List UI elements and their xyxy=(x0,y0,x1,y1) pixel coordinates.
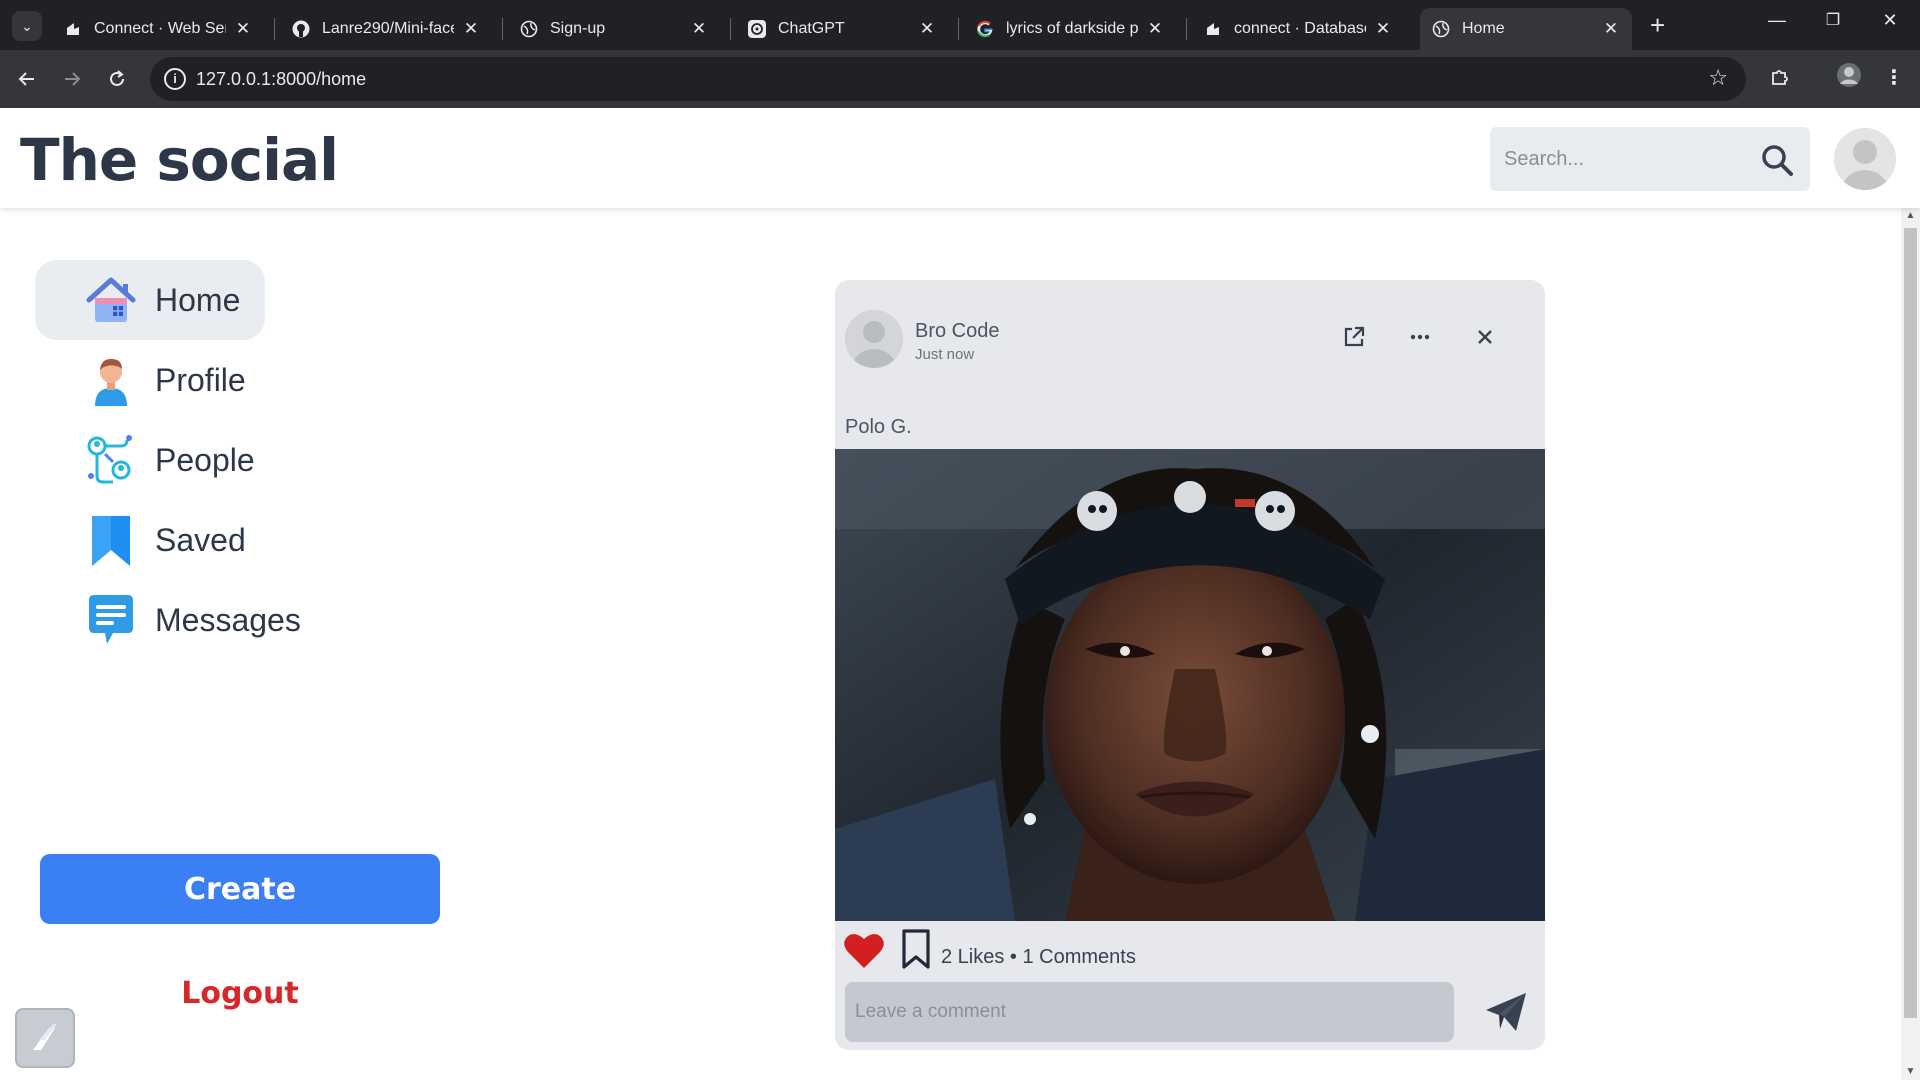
back-icon[interactable] xyxy=(12,64,42,94)
browser-tab[interactable]: lyrics of darkside pol ✕ xyxy=(964,8,1176,50)
browser-tab[interactable]: Sign-up ✕ xyxy=(508,8,720,50)
tab-label: Connect · Web Servi xyxy=(94,20,226,37)
app-header: The social xyxy=(0,108,1920,208)
page-scrollbar[interactable]: ▲ ▼ xyxy=(1901,208,1920,1080)
tab-divider xyxy=(730,18,731,40)
sidebar-item-people[interactable]: People xyxy=(35,420,255,500)
bookmark-icon xyxy=(83,512,139,568)
tab-divider xyxy=(274,18,275,40)
search-input[interactable] xyxy=(1504,143,1744,175)
post-image[interactable] xyxy=(835,449,1545,921)
browser-tab[interactable]: Connect · Web Servi ✕ xyxy=(52,8,264,50)
browser-toolbar: i 127.0.0.1:8000/home ☆ ⋮ xyxy=(0,50,1920,108)
tab-divider xyxy=(502,18,503,40)
scroll-up-icon[interactable]: ▲ xyxy=(1901,208,1920,224)
scrollbar-thumb[interactable] xyxy=(1904,228,1917,1018)
tab-label: Sign-up xyxy=(550,20,606,37)
browser-menu-icon[interactable]: ⋮ xyxy=(1884,65,1904,90)
tab-label: lyrics of darkside pol xyxy=(1006,20,1138,37)
person-icon xyxy=(83,352,139,408)
search-bar xyxy=(1490,127,1810,191)
extensions-icon[interactable] xyxy=(1770,65,1792,93)
create-button[interactable]: Create xyxy=(40,854,440,924)
restore-icon[interactable]: ❐ xyxy=(1813,10,1853,30)
people-network-icon xyxy=(83,432,139,488)
browser-tab[interactable]: Lanre290/Mini-faceb ✕ xyxy=(280,8,492,50)
new-tab-icon[interactable]: + xyxy=(1650,12,1665,38)
chat-bubble-icon xyxy=(83,592,139,648)
tab-label: ChatGPT xyxy=(778,20,845,37)
tab-close-icon[interactable]: ✕ xyxy=(234,19,252,39)
bookmark-star-icon[interactable]: ☆ xyxy=(1708,65,1728,91)
post-caption: Polo G. xyxy=(845,416,912,438)
scroll-down-icon[interactable]: ▼ xyxy=(1901,1064,1920,1080)
tab-search-icon[interactable]: ⌄ xyxy=(12,11,42,41)
tab-label: Home xyxy=(1462,20,1505,37)
bookmark-outline-icon[interactable] xyxy=(901,928,931,970)
tab-label: Lanre290/Mini-faceb xyxy=(322,20,454,37)
chatgpt-favicon-icon xyxy=(748,20,766,38)
post-author-name[interactable]: Bro Code xyxy=(915,320,1000,343)
browser-tab-bar: ⌄ Connect · Web Servi ✕ Lanre290/Mini-fa… xyxy=(0,0,1920,50)
globe-favicon-icon xyxy=(1432,20,1450,38)
window-close-icon[interactable]: ✕ xyxy=(1870,10,1910,31)
sidebar-item-home[interactable]: Home xyxy=(35,260,265,340)
tab-close-icon[interactable]: ✕ xyxy=(690,19,708,39)
post-card: Bro Code Just now Polo G. 2 Likes • 1 Co… xyxy=(835,280,1545,1050)
browser-tab-active[interactable]: Home ✕ xyxy=(1420,8,1632,50)
sidebar-item-messages[interactable]: Messages xyxy=(35,580,301,660)
google-favicon-icon xyxy=(976,20,994,38)
tab-label: connect · Database xyxy=(1234,20,1366,37)
logout-link[interactable]: Logout xyxy=(40,976,440,1011)
sidebar-item-profile[interactable]: Profile xyxy=(35,340,246,420)
sidebar-item-label: Messages xyxy=(155,601,301,638)
forward-icon[interactable] xyxy=(57,64,87,94)
user-avatar[interactable] xyxy=(1834,128,1896,190)
browser-tab[interactable]: ChatGPT ✕ xyxy=(736,8,948,50)
open-external-icon[interactable] xyxy=(1339,322,1369,352)
tab-close-icon[interactable]: ✕ xyxy=(1146,19,1164,39)
comment-input[interactable] xyxy=(845,982,1454,1042)
post-timestamp: Just now xyxy=(915,346,975,363)
tab-divider xyxy=(1186,18,1187,40)
github-favicon-icon xyxy=(292,20,310,38)
address-bar[interactable]: i 127.0.0.1:8000/home ☆ xyxy=(150,57,1746,101)
tab-close-icon[interactable]: ✕ xyxy=(918,19,936,39)
minimize-icon[interactable]: — xyxy=(1757,10,1797,31)
close-icon[interactable] xyxy=(1470,322,1500,352)
globe-favicon-icon xyxy=(520,20,538,38)
connect-favicon-icon xyxy=(1204,20,1222,38)
sidebar-item-label: Home xyxy=(155,281,241,318)
app-title: The social xyxy=(20,126,339,194)
site-info-icon[interactable]: i xyxy=(164,68,186,90)
more-options-icon[interactable] xyxy=(1405,322,1435,352)
reload-icon[interactable] xyxy=(102,64,132,94)
heart-icon[interactable] xyxy=(843,930,885,970)
tab-close-icon[interactable]: ✕ xyxy=(462,19,480,39)
house-icon xyxy=(83,272,139,328)
tab-close-icon[interactable]: ✕ xyxy=(1374,19,1392,39)
sidebar-item-saved[interactable]: Saved xyxy=(35,500,246,580)
url-text: 127.0.0.1:8000/home xyxy=(196,69,367,89)
send-icon[interactable] xyxy=(1483,990,1529,1034)
sidebar-item-label: Profile xyxy=(155,361,246,398)
tab-close-icon[interactable]: ✕ xyxy=(1602,19,1620,39)
floating-extension-icon[interactable] xyxy=(15,1008,75,1068)
sidebar-item-label: Saved xyxy=(155,521,246,558)
tab-divider xyxy=(958,18,959,40)
search-icon[interactable] xyxy=(1760,143,1794,177)
connect-favicon-icon xyxy=(64,20,82,38)
post-author-avatar[interactable] xyxy=(845,310,903,368)
browser-tab[interactable]: connect · Database ✕ xyxy=(1192,8,1404,50)
post-stats[interactable]: 2 Likes • 1 Comments xyxy=(941,946,1136,969)
browser-profile-avatar[interactable] xyxy=(1836,62,1862,94)
sidebar-item-label: People xyxy=(155,441,255,478)
